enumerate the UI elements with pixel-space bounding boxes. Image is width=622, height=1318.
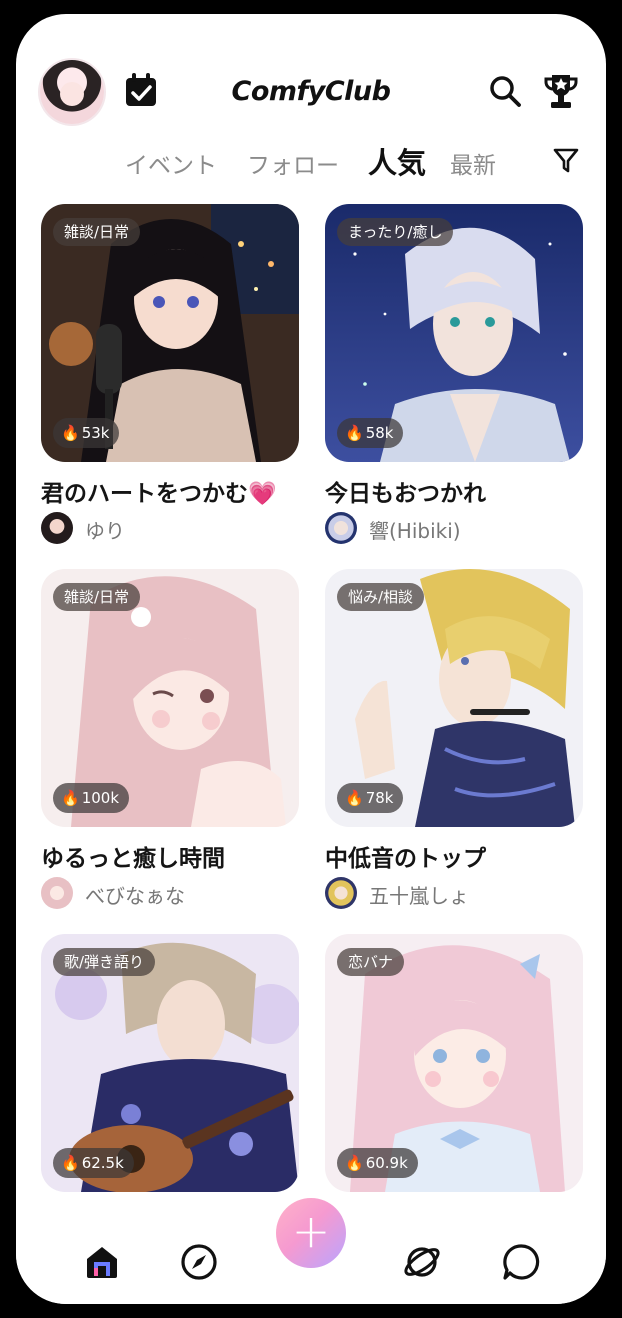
category-tag: 雑談/日常 (53, 583, 141, 611)
search-icon[interactable] (488, 74, 522, 108)
calendar-check-icon[interactable] (124, 72, 158, 108)
card-title[interactable]: 君のハートをつかむ💗 (41, 474, 277, 508)
card-thumbnail[interactable]: 雑談/日常 🔥 100k (41, 569, 299, 827)
author-name[interactable]: 五十嵐しょ (369, 880, 469, 909)
category-tag: 雑談/日常 (53, 218, 141, 246)
tab-events[interactable]: イベント (125, 146, 217, 180)
filter-icon[interactable] (552, 146, 580, 174)
category-tag: まったり/癒し (337, 218, 454, 246)
category-tag: 恋バナ (337, 948, 405, 976)
card-title[interactable]: 今日もおつかれ (325, 474, 486, 508)
fire-icon: 🔥 (61, 1154, 80, 1172)
like-count-badge: 🔥 100k (53, 783, 130, 813)
card-thumbnail[interactable]: 歌/弾き語り 🔥 62.5k (41, 934, 299, 1192)
category-tag: 歌/弾き語り (53, 948, 156, 976)
author-name[interactable]: べびなぁな (85, 880, 185, 909)
app-screen: ComfyClub イベント フォロー 人気 最新 雑談/日常 🔥 53k 君の… (16, 14, 606, 1304)
tab-following[interactable]: フォロー (247, 146, 339, 180)
like-count-badge: 🔥 53k (53, 418, 120, 448)
card-thumbnail[interactable]: 恋バナ 🔥 60.9k (325, 934, 583, 1192)
app-logo: ComfyClub (231, 76, 391, 107)
fire-icon: 🔥 (345, 789, 364, 807)
like-count: 60.9k (365, 1154, 408, 1172)
card-thumbnail[interactable]: 雑談/日常 🔥 53k (41, 204, 299, 462)
author-name[interactable]: 響(Hibiki) (369, 515, 461, 544)
author-avatar[interactable] (325, 877, 357, 909)
create-room-button[interactable]: + (276, 1198, 346, 1268)
profile-avatar[interactable] (40, 60, 104, 124)
author-avatar[interactable] (41, 877, 73, 909)
fire-icon: 🔥 (345, 1154, 364, 1172)
like-count: 100k (81, 789, 120, 807)
like-count-badge: 🔥 58k (337, 418, 404, 448)
card-thumbnail[interactable]: まったり/癒し 🔥 58k (325, 204, 583, 462)
like-count-badge: 🔥 78k (337, 783, 404, 813)
like-count-badge: 🔥 60.9k (337, 1148, 418, 1178)
card-title[interactable]: ゆるっと癒し時間 (41, 839, 225, 873)
like-count: 62.5k (81, 1154, 124, 1172)
like-count-badge: 🔥 62.5k (53, 1148, 134, 1178)
planet-icon[interactable] (402, 1242, 442, 1282)
author-avatar[interactable] (41, 512, 73, 544)
fire-icon: 🔥 (61, 424, 80, 442)
phone-frame: ComfyClub イベント フォロー 人気 最新 雑談/日常 🔥 53k 君の… (0, 0, 622, 1318)
fire-icon: 🔥 (61, 789, 80, 807)
like-count: 78k (365, 789, 394, 807)
trophy-icon[interactable] (543, 72, 579, 110)
author-avatar[interactable] (325, 512, 357, 544)
fire-icon: 🔥 (345, 424, 364, 442)
home-icon[interactable] (84, 1244, 120, 1280)
compass-icon[interactable] (180, 1243, 218, 1281)
like-count: 58k (365, 424, 394, 442)
chat-icon[interactable] (502, 1243, 540, 1281)
card-title[interactable]: 中低音のトップ (325, 839, 486, 873)
plus-icon: + (291, 1204, 331, 1258)
category-tag: 悩み/相談 (337, 583, 425, 611)
author-name[interactable]: ゆり (85, 515, 125, 544)
card-thumbnail[interactable]: 悩み/相談 🔥 78k (325, 569, 583, 827)
like-count: 53k (81, 424, 110, 442)
tab-latest[interactable]: 最新 (450, 146, 496, 180)
tab-popular[interactable]: 人気 (368, 140, 426, 182)
feed-tabs: イベント フォロー 人気 最新 (16, 140, 606, 180)
